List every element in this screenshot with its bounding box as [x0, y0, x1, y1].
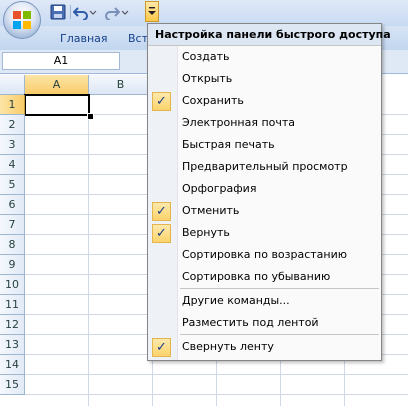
menu-separator: [180, 334, 379, 335]
menu-item-show-below-ribbon[interactable]: Разместить под лентой: [148, 313, 381, 334]
checkmark-icon: ✓: [152, 202, 171, 221]
office-button[interactable]: [3, 1, 41, 39]
undo-icon[interactable]: [73, 4, 89, 20]
checkmark-icon: ✓: [152, 224, 171, 243]
menu-title: Настройка панели быстрого доступа: [148, 24, 391, 46]
quick-access-customize-menu: Настройка панели быстрого доступа Создат…: [147, 23, 391, 361]
row-header[interactable]: 15: [0, 375, 25, 395]
customize-quick-access-button[interactable]: [145, 1, 159, 22]
menu-item-save[interactable]: ✓ Сохранить: [148, 91, 381, 112]
menu-item-undo[interactable]: ✓ Отменить: [148, 201, 381, 222]
column-header-a[interactable]: A: [25, 75, 89, 95]
row-header[interactable]: 9: [0, 255, 25, 275]
row-header[interactable]: 13: [0, 335, 25, 355]
menu-item-label: Быстрая печать: [182, 138, 275, 151]
menu-item-redo[interactable]: ✓ Вернуть: [148, 223, 381, 244]
row-header[interactable]: 5: [0, 175, 25, 195]
checkmark-icon: ✓: [152, 338, 171, 357]
fill-handle[interactable]: [87, 113, 94, 120]
column-header-b[interactable]: B: [89, 75, 153, 95]
menu-item-print-preview[interactable]: Предварительный просмотр: [148, 157, 381, 178]
menu-item-label: Сохранить: [182, 94, 244, 107]
menu-item-open[interactable]: Открыть: [148, 69, 381, 90]
menu-item-minimize-ribbon[interactable]: ✓ Свернуть ленту: [148, 337, 381, 358]
menu-item-label: Электронная почта: [182, 116, 296, 129]
menu-item-label: Открыть: [182, 72, 233, 85]
select-all-corner[interactable]: [0, 75, 25, 95]
menu-item-label: Отменить: [182, 204, 240, 217]
row-header[interactable]: 2: [0, 115, 25, 135]
row-header[interactable]: 3: [0, 135, 25, 155]
row-header[interactable]: 14: [0, 355, 25, 375]
menu-item-sort-descending[interactable]: Сортировка по убыванию: [148, 267, 381, 288]
menu-item-label: Создать: [182, 50, 230, 63]
tab-insert[interactable]: Вст: [128, 32, 148, 45]
menu-item-new[interactable]: Создать: [148, 47, 381, 68]
menu-item-more-commands[interactable]: Другие команды...: [148, 291, 381, 312]
menu-item-sort-ascending[interactable]: Сортировка по возрастанию: [148, 245, 381, 266]
menu-item-label: Вернуть: [182, 226, 230, 239]
menu-item-label: Сортировка по убыванию: [182, 270, 331, 283]
row-header[interactable]: 10: [0, 275, 25, 295]
row-header[interactable]: 12: [0, 315, 25, 335]
office-logo-icon: [13, 11, 31, 29]
menu-item-label: Предварительный просмотр: [182, 160, 348, 173]
active-cell-a1[interactable]: [24, 94, 90, 116]
menu-item-spelling[interactable]: Орфография: [148, 179, 381, 200]
redo-dropdown-icon[interactable]: [120, 4, 130, 20]
row-header[interactable]: 1: [0, 95, 25, 115]
undo-dropdown-icon[interactable]: [88, 4, 98, 20]
menu-item-label: Свернуть ленту: [182, 340, 274, 353]
row-header[interactable]: 7: [0, 215, 25, 235]
row-header[interactable]: 8: [0, 235, 25, 255]
menu-separator: [180, 288, 379, 289]
row-header[interactable]: 6: [0, 195, 25, 215]
row-header[interactable]: 11: [0, 295, 25, 315]
redo-icon[interactable]: [104, 4, 120, 20]
menu-item-quick-print[interactable]: Быстрая печать: [148, 135, 381, 156]
menu-item-label: Другие команды...: [182, 294, 290, 307]
checkmark-icon: ✓: [152, 92, 171, 111]
menu-item-label: Разместить под лентой: [182, 316, 319, 329]
menu-item-label: Сортировка по возрастанию: [182, 248, 348, 261]
tab-home[interactable]: Главная: [60, 32, 108, 45]
menu-item-label: Орфография: [182, 182, 257, 195]
name-box[interactable]: A1: [2, 52, 120, 70]
save-icon[interactable]: [50, 4, 66, 20]
menu-item-email[interactable]: Электронная почта: [148, 113, 381, 134]
customize-dropdown-icon: [148, 7, 156, 15]
row-header[interactable]: 4: [0, 155, 25, 175]
quick-access-separator: [70, 5, 71, 19]
